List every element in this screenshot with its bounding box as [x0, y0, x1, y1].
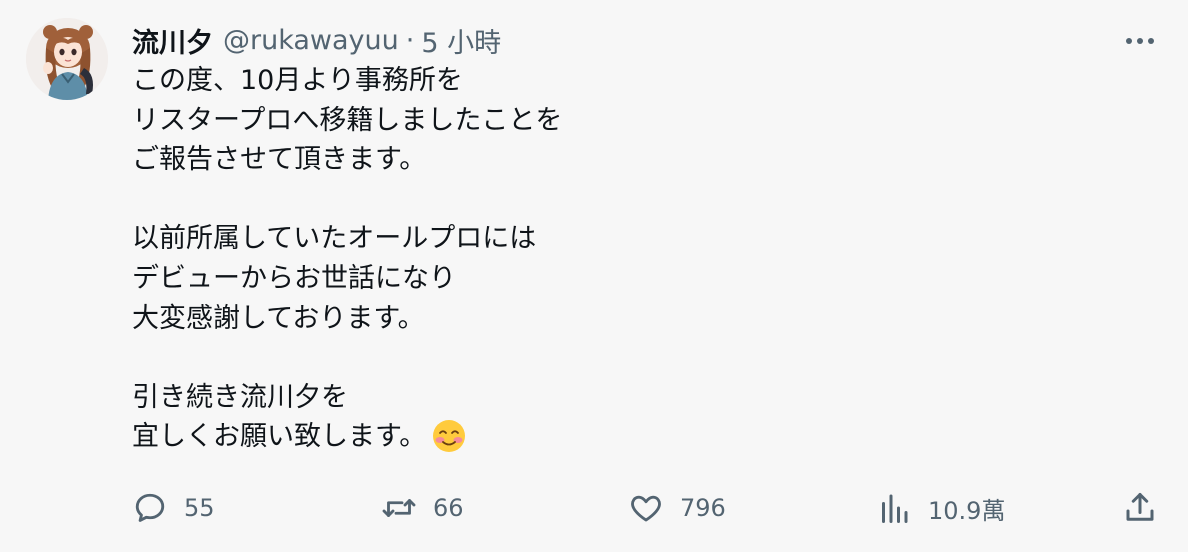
- reply-icon: [135, 493, 165, 522]
- timestamp[interactable]: 5 小時: [421, 21, 501, 60]
- retweet-count: 66: [433, 494, 464, 522]
- reply-count: 55: [184, 494, 215, 522]
- heart-icon: [631, 495, 661, 522]
- tweet[interactable]: 流川夕 @rukawayuu · 5 小時 この度、10月より事務所を リスター…: [0, 0, 1188, 552]
- views-icon: [882, 494, 908, 523]
- avatar[interactable]: [26, 18, 108, 100]
- share-button[interactable]: [1122, 488, 1158, 528]
- avatar-image: [26, 18, 108, 100]
- separator-dot: ·: [405, 24, 415, 56]
- view-count: 10.9萬: [928, 496, 1006, 525]
- tweet-header: 流川夕 @rukawayuu · 5 小時: [132, 20, 501, 60]
- more-button[interactable]: [1120, 26, 1160, 56]
- views-button[interactable]: 10.9萬: [876, 488, 1005, 528]
- tweet-text-body: この度、10月より事務所を リスタープロへ移籍しましたことを ご報告させて頂きま…: [132, 65, 563, 453]
- user-handle[interactable]: @rukawayuu: [223, 25, 399, 56]
- retweet-icon: [382, 499, 416, 517]
- smiling-face-emoji-icon: [432, 419, 466, 465]
- tweet-text: この度、10月より事務所を リスタープロへ移籍しましたことを ご報告させて頂きま…: [132, 61, 562, 465]
- share-icon: [1126, 493, 1154, 521]
- like-count: 796: [680, 494, 726, 522]
- like-button[interactable]: 796: [628, 488, 726, 528]
- more-icon: [1126, 38, 1154, 44]
- display-name[interactable]: 流川夕: [132, 21, 213, 60]
- reply-button[interactable]: 55: [132, 488, 215, 528]
- retweet-button[interactable]: 66: [381, 488, 464, 528]
